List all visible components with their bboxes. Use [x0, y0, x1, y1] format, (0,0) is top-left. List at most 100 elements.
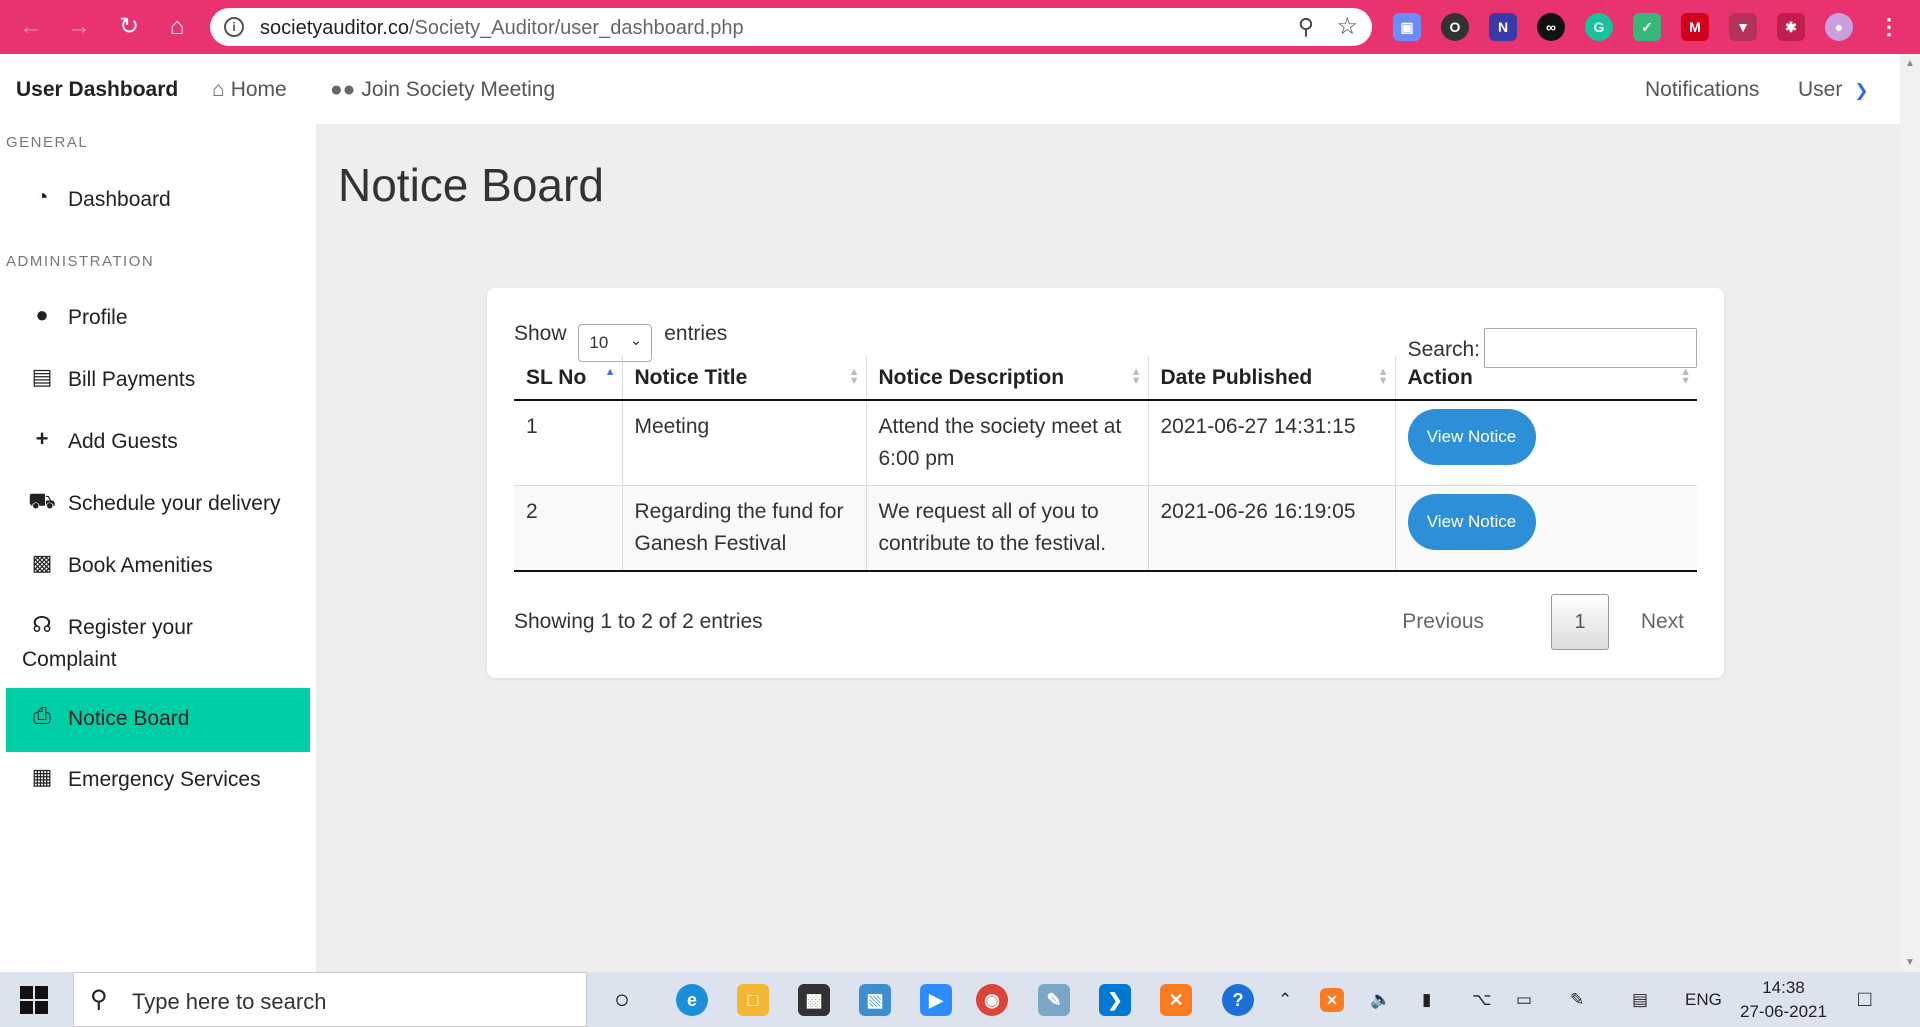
credit-card-icon: ▤ — [31, 364, 53, 389]
grammarly-extension-icon[interactable]: G — [1585, 13, 1613, 41]
column-header-notice-description[interactable]: Notice Description ▲ ▼ — [866, 356, 1149, 401]
column-header-notice-title[interactable]: Notice Title ▲ ▼ — [622, 356, 867, 401]
url-text: societyauditor.co/Society_Auditor/user_d… — [260, 17, 744, 39]
edge-icon[interactable]: e — [676, 984, 708, 1016]
cortana-icon[interactable]: ○ — [606, 984, 638, 1016]
nav-home[interactable]: ⌂ Home — [212, 78, 287, 102]
volume-icon[interactable]: 🔈 — [1370, 990, 1391, 1010]
sort-icon: ▲ ▼ — [1130, 366, 1142, 387]
users-icon: ● — [35, 302, 49, 327]
chevron-down-icon: ⌄ — [629, 332, 643, 349]
check-extension-icon[interactable]: ✓ — [1633, 13, 1661, 41]
sidebar-item-register-complaint[interactable]: ☊ Register your Complaint — [6, 598, 310, 671]
store-icon[interactable]: ▩ — [798, 984, 830, 1016]
top-navbar: User Dashboard ⌂ Home ●● Join Society Meet… — [0, 54, 1900, 124]
vscode-icon[interactable]: ❯ — [1099, 984, 1131, 1016]
pen-icon[interactable]: ✎ — [1570, 990, 1584, 1010]
brand-title[interactable]: User Dashboard — [16, 78, 178, 102]
xampp-tray-icon[interactable]: ✕ — [1320, 988, 1344, 1012]
nav-join-meeting[interactable]: ●● Join Society Meeting — [330, 78, 555, 102]
sort-icon: ▲ ▼ — [1377, 366, 1389, 387]
microphone-icon[interactable]: ▮ — [1422, 990, 1431, 1010]
view-notice-button[interactable]: View Notice — [1407, 494, 1536, 550]
zoom-app-icon[interactable]: ▶ — [920, 984, 952, 1016]
cell-sl-no: 1 — [514, 400, 623, 486]
pagination: Previous 1 Next — [1402, 594, 1684, 650]
sidebar-item-emergency-services[interactable]: ▦ Emergency Services — [6, 750, 310, 812]
sidebar-item-dashboard[interactable]: ◔ Dashboard — [6, 170, 310, 232]
sidebar: GENERAL ◔ Dashboard ADMINISTRATION ● Pro… — [0, 124, 316, 972]
search-icon: ⚲ — [90, 986, 108, 1013]
sidebar-item-add-guests[interactable]: + Add Guests — [6, 412, 310, 474]
windows-start-icon[interactable] — [20, 986, 48, 1014]
help-icon[interactable]: ? — [1222, 984, 1254, 1016]
dashboard-icon: ◔ — [35, 184, 49, 209]
sidebar-item-schedule-delivery[interactable]: ⛟ Schedule your delivery — [6, 474, 310, 536]
infinity-extension-icon[interactable]: ∞ — [1537, 13, 1565, 41]
site-info-icon[interactable]: i — [224, 17, 244, 37]
shield-extension-icon[interactable]: ▼ — [1729, 13, 1757, 41]
menu-dots-icon[interactable]: ⋮ — [1875, 13, 1903, 41]
chrome-icon[interactable]: ◉ — [976, 984, 1008, 1016]
home-icon[interactable]: ⌂ — [162, 12, 192, 42]
home-icon: ⌂ — [212, 78, 225, 101]
notepad-icon[interactable]: ✎ — [1038, 984, 1070, 1016]
scroll-up-icon[interactable]: ▲ — [1905, 58, 1915, 69]
cell-notice-description: Attend the society meet at 6:00 pm — [866, 400, 1149, 486]
page-scrollbar[interactable]: ▲ ▼ — [1900, 54, 1920, 972]
hospital-icon: ▦ — [31, 764, 53, 789]
section-administration: ADMINISTRATION — [6, 253, 155, 270]
nav-notifications[interactable]: Notifications — [1645, 78, 1759, 102]
profile-avatar-icon[interactable]: ● — [1825, 13, 1853, 41]
back-icon[interactable]: ← — [16, 12, 46, 42]
forward-icon[interactable]: → — [64, 12, 94, 42]
reload-icon[interactable]: ↻ — [114, 12, 144, 42]
cell-sl-no: 2 — [514, 485, 623, 572]
battery-icon[interactable]: ▭ — [1516, 990, 1532, 1010]
chevron-down-icon: ❯ — [1854, 81, 1869, 100]
sidebar-item-notice-board[interactable]: ⎙ Notice Board — [6, 688, 310, 752]
page-1-button[interactable]: 1 — [1551, 594, 1609, 650]
n-extension-icon[interactable]: N — [1489, 13, 1517, 41]
wifi-icon[interactable]: ⌥ — [1472, 990, 1492, 1010]
previous-page-button[interactable]: Previous — [1402, 610, 1484, 634]
circle-extension-icon[interactable]: O — [1441, 13, 1469, 41]
tray-chevron-icon[interactable]: ⌃ — [1278, 990, 1292, 1010]
language-indicator[interactable]: ENG — [1685, 990, 1722, 1010]
truck-icon: ⛟ — [28, 488, 56, 513]
puzzle-extension-icon[interactable]: ✱ — [1777, 13, 1805, 41]
windows-taskbar: ⚲ Type here to search ○ e □ ▩ ▧ ▶ ◉ ✎ ❯ … — [0, 972, 1920, 1027]
xampp-icon[interactable]: ✕ — [1160, 984, 1192, 1016]
notice-table-card: Show 10 ⌄ entries Search: SL No ▲ Notice T… — [487, 288, 1724, 678]
column-header-action[interactable]: Action ▲ ▼ — [1395, 356, 1697, 401]
nav-user-dropdown[interactable]: User ❯ — [1798, 78, 1869, 102]
store-icon: ▩ — [31, 550, 53, 575]
view-notice-button[interactable]: View Notice — [1407, 409, 1536, 465]
section-general: GENERAL — [6, 134, 89, 151]
clock[interactable]: 14:38 27-06-2021 — [1740, 976, 1827, 1024]
sort-asc-icon: ▲ — [604, 366, 616, 378]
sort-icon: ▲ ▼ — [1680, 366, 1691, 387]
sidebar-item-book-amenities[interactable]: ▩ Book Amenities — [6, 536, 310, 598]
sidebar-item-profile[interactable]: ● Profile — [6, 288, 310, 350]
camera-extension-icon[interactable]: ▣ — [1393, 13, 1421, 41]
computer-icon[interactable]: ▧ — [859, 984, 891, 1016]
keyboard-icon[interactable]: ▤ — [1632, 990, 1648, 1010]
cell-notice-title: Regarding the fund for Ganesh Festival — [622, 485, 867, 572]
next-page-button[interactable]: Next — [1641, 610, 1684, 634]
scroll-down-icon[interactable]: ▼ — [1905, 957, 1915, 968]
cell-action: View Notice — [1395, 400, 1697, 486]
entries-length-control: Show 10 ⌄ entries — [514, 316, 727, 362]
sidebar-item-bill-payments[interactable]: ▤ Bill Payments — [6, 350, 310, 412]
address-bar[interactable]: i societyauditor.co/Society_Auditor/user… — [210, 8, 1372, 46]
column-header-sl-no[interactable]: SL No ▲ — [514, 356, 623, 401]
bookmark-star-icon[interactable]: ☆ — [1336, 12, 1358, 41]
cell-date-published: 2021-06-27 14:31:15 — [1148, 400, 1396, 486]
column-header-date-published[interactable]: Date Published ▲ ▼ — [1148, 356, 1396, 401]
taskbar-search[interactable]: ⚲ Type here to search — [73, 972, 587, 1027]
zoom-icon[interactable]: ⚲ — [1298, 14, 1314, 40]
notification-center-icon[interactable]: □ — [1858, 986, 1871, 1012]
m-extension-icon[interactable]: M — [1681, 13, 1709, 41]
file-explorer-icon[interactable]: □ — [737, 984, 769, 1016]
cell-notice-title: Meeting — [622, 400, 867, 486]
